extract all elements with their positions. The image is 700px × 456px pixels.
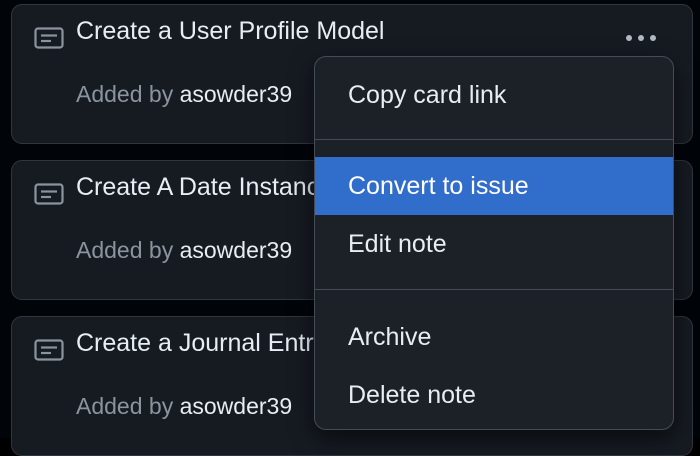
- project-column: Create a User Profile Model Added by aso…: [0, 0, 700, 456]
- card-author-link[interactable]: asowder39: [180, 81, 293, 107]
- note-icon: [34, 183, 64, 205]
- card-meta: Added by asowder39: [76, 393, 292, 420]
- card-author-link[interactable]: asowder39: [180, 393, 293, 419]
- card-author-link[interactable]: asowder39: [180, 237, 293, 263]
- added-by-label: Added by: [76, 237, 174, 263]
- kebab-horizontal-icon[interactable]: [616, 25, 666, 51]
- card-meta: Added by asowder39: [76, 81, 292, 108]
- card-title[interactable]: Create a User Profile Model: [76, 17, 384, 46]
- menu-item-delete-note[interactable]: Delete note: [315, 366, 673, 424]
- added-by-label: Added by: [76, 393, 174, 419]
- card-meta: Added by asowder39: [76, 237, 292, 264]
- menu-divider: [315, 139, 673, 140]
- note-icon: [34, 27, 64, 49]
- menu-item-copy-card-link[interactable]: Copy card link: [315, 66, 673, 124]
- card-title[interactable]: Create a Journal Entry: [76, 329, 326, 358]
- card-context-menu: Copy card link Convert to issue Edit not…: [314, 56, 674, 430]
- menu-item-convert-to-issue[interactable]: Convert to issue: [315, 157, 673, 215]
- added-by-label: Added by: [76, 81, 174, 107]
- menu-item-edit-note[interactable]: Edit note: [315, 215, 673, 273]
- menu-divider: [315, 289, 673, 290]
- card-title[interactable]: Create A Date Instance: [76, 173, 333, 202]
- menu-item-archive[interactable]: Archive: [315, 308, 673, 366]
- note-icon: [34, 339, 64, 361]
